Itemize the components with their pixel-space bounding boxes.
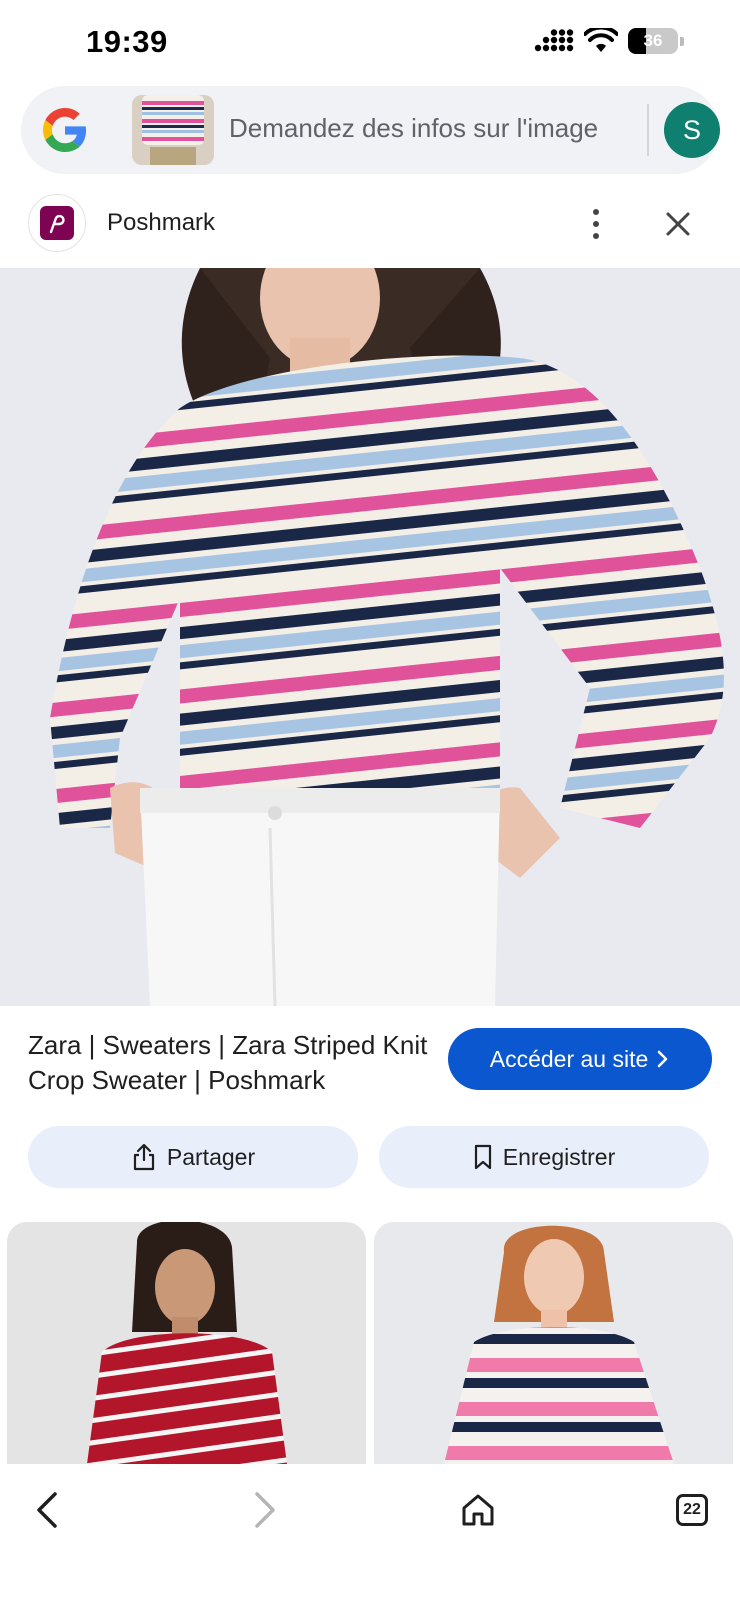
status-icons: 36	[534, 28, 684, 54]
save-button[interactable]: Enregistrer	[379, 1126, 709, 1188]
signal-icon	[534, 29, 574, 52]
close-icon[interactable]	[656, 202, 700, 246]
search-divider	[647, 104, 649, 156]
source-header: Poshmark	[0, 188, 740, 260]
back-button[interactable]	[20, 1482, 76, 1538]
google-logo-icon[interactable]	[43, 108, 87, 152]
search-input[interactable]: Demandez des infos sur l'image	[229, 113, 598, 144]
battery-cap	[680, 36, 684, 46]
related-result-card[interactable]	[7, 1222, 366, 1464]
home-icon	[462, 1494, 494, 1526]
poshmark-logo-icon[interactable]	[28, 194, 86, 252]
back-arrow-icon	[37, 1492, 57, 1528]
account-avatar[interactable]: S	[664, 102, 720, 158]
forward-button[interactable]	[236, 1482, 292, 1538]
source-name[interactable]: Poshmark	[107, 209, 215, 237]
visit-site-button[interactable]: Accéder au site	[448, 1028, 712, 1090]
home-button[interactable]	[450, 1482, 506, 1538]
battery-level: 36	[643, 31, 663, 50]
chevron-right-icon	[657, 1050, 668, 1068]
share-label: Partager	[166, 1143, 256, 1170]
bookmark-icon	[474, 1144, 491, 1170]
share-button[interactable]: Partager	[28, 1126, 358, 1188]
tabs-button[interactable]: 22	[664, 1482, 720, 1538]
search-image-thumbnail[interactable]	[132, 95, 214, 165]
search-bar[interactable]: Demandez des infos sur l'image S	[21, 86, 720, 174]
tabs-count: 22	[676, 1494, 708, 1526]
status-bar: 19:39 36	[0, 0, 740, 80]
share-icon	[133, 1143, 154, 1171]
status-time: 19:39	[86, 24, 168, 59]
forward-arrow-icon	[255, 1492, 275, 1528]
more-options-icon[interactable]	[578, 204, 614, 244]
result-title[interactable]: Zara | Sweaters | Zara Striped Knit Crop…	[28, 1028, 428, 1098]
save-label: Enregistrer	[502, 1143, 616, 1170]
visit-site-label: Accéder au site	[489, 1045, 649, 1072]
bottom-navigation: 22	[0, 1464, 740, 1600]
battery-icon: 36	[628, 28, 678, 54]
wifi-icon	[584, 28, 618, 52]
related-result-card[interactable]	[374, 1222, 733, 1464]
main-product-image[interactable]	[0, 268, 740, 1006]
